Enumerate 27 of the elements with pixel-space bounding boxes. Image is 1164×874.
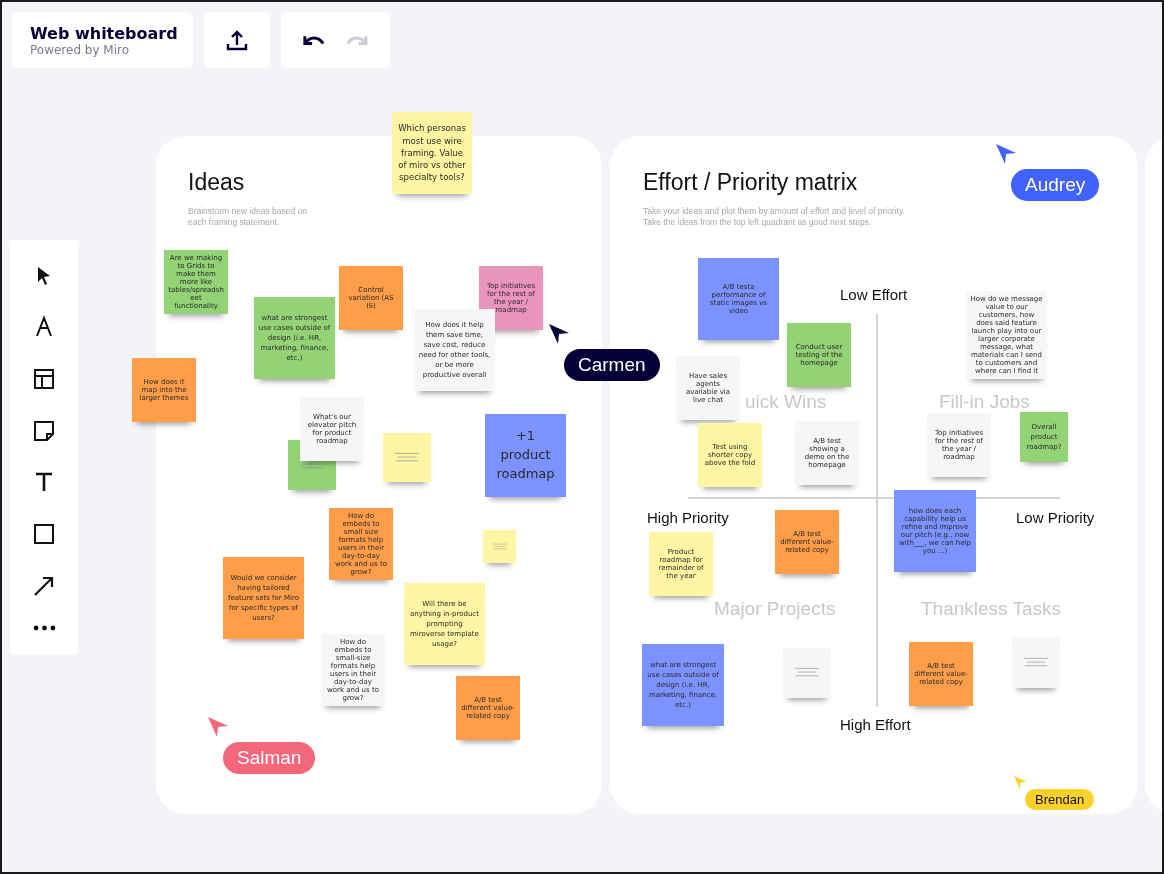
cursor-arrow-icon xyxy=(208,717,228,737)
user-name-label: Salman xyxy=(223,742,316,774)
redo-icon xyxy=(346,34,369,46)
frame-title: Effort / Priority matrix xyxy=(643,169,858,196)
upload-icon xyxy=(225,28,249,52)
app-subtitle: Powered by Miro xyxy=(30,42,130,57)
axis-label: Low Effort xyxy=(840,286,908,303)
user-name-label: Brendan xyxy=(1025,789,1095,810)
frame-description: Take your ideas and plot them by amount of effort and level of priority. Take the ideas from the top left quadrant as good next steps. xyxy=(643,206,906,228)
cursor-arrow-icon xyxy=(549,324,569,344)
axis-label: High Priority xyxy=(647,509,729,526)
more-icon xyxy=(32,625,56,632)
undo-icon xyxy=(302,34,325,46)
sticky-note-icon xyxy=(32,418,56,443)
sticky-note: +1 product roadmap xyxy=(485,414,566,497)
app-title: Web whiteboard xyxy=(30,23,178,43)
user-name-label: Carmen xyxy=(564,349,660,381)
frame-title: Ideas xyxy=(188,169,245,196)
sticky-note: Which personas most use wire framing. Value of miro vs other specialty tools? xyxy=(392,112,472,194)
user-name-label: Audrey xyxy=(1011,169,1100,201)
axis-label: Low Priority xyxy=(1016,509,1095,526)
layout-icon xyxy=(32,367,56,392)
axis-label: High Effort xyxy=(840,716,911,733)
frame-description: Brainstorm new ideas based on each framing statement. xyxy=(188,206,309,228)
cursor-arrow-icon xyxy=(996,144,1016,164)
rectangle-icon xyxy=(32,521,56,546)
cursor-arrow-icon xyxy=(1014,776,1027,789)
